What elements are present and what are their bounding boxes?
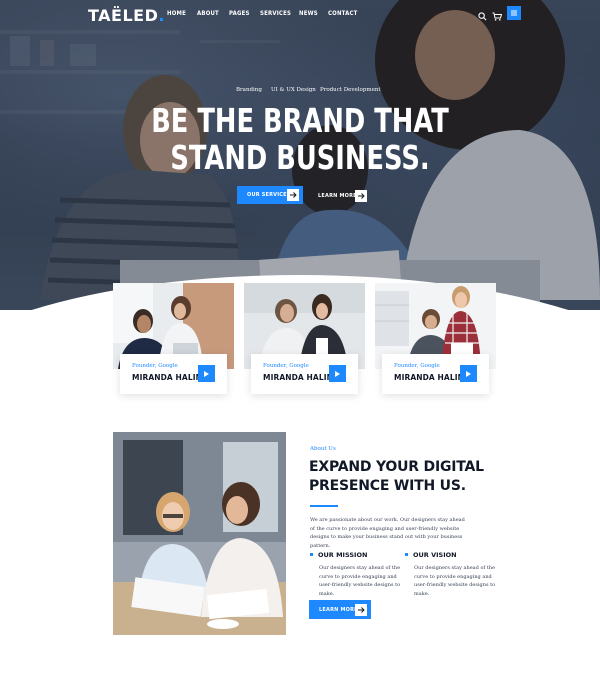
play-icon <box>204 370 209 377</box>
play-button[interactable] <box>460 365 477 382</box>
hero-title-line1: BE THE BRAND THAT <box>151 101 449 140</box>
play-icon <box>466 370 471 377</box>
learn-more-hero-button[interactable]: LEARN MORE <box>318 190 367 202</box>
team-name: MIRANDA HALIM <box>263 373 335 382</box>
team-card: Founder, Google MIRANDA HALIM <box>113 283 234 394</box>
arrow-right-icon <box>355 603 367 616</box>
nav-about[interactable]: ABOUT <box>197 10 219 17</box>
nav-home[interactable]: HOME <box>167 10 186 17</box>
bullet-icon <box>405 553 408 556</box>
menu-button[interactable] <box>507 6 521 20</box>
about-body: We are passionate about our work. Our de… <box>310 517 465 549</box>
team-card: Founder, Google MIRANDA HALIM <box>244 283 365 394</box>
team-card-info: Founder, Google MIRANDA HALIM <box>120 354 227 394</box>
team-card-info: Founder, Google MIRANDA HALIM <box>251 354 358 394</box>
about-eyebrow: About Us <box>310 446 336 452</box>
team-role: Founder, Google <box>132 363 178 369</box>
cart-icon[interactable] <box>492 8 503 21</box>
team-name: MIRANDA HALIM <box>132 373 204 382</box>
hero-section: TAËLED. HOME ABOUT PAGES SERVICES NEWS C… <box>0 0 600 310</box>
arrow-right-icon <box>355 190 367 202</box>
site-logo[interactable]: TAËLED. <box>88 6 165 25</box>
nav-pages[interactable]: PAGES <box>229 10 250 17</box>
nav-services[interactable]: SERVICES <box>260 10 291 17</box>
play-button[interactable] <box>329 365 346 382</box>
hero-tag-product: Product Development <box>320 87 381 93</box>
mission-text: Our designers stay ahead of the curve to… <box>319 565 401 597</box>
vision-text: Our designers stay ahead of the curve to… <box>414 565 496 597</box>
team-name: MIRANDA HALIM <box>394 373 466 382</box>
hero-tag-branding: Branding <box>236 87 262 93</box>
team-role: Founder, Google <box>394 363 440 369</box>
team-card-info: Founder, Google MIRANDA HALIM <box>382 354 489 394</box>
about-title: EXPAND YOUR DIGITAL PRESENCE WITH US. <box>309 459 484 494</box>
arrow-right-icon <box>287 189 299 201</box>
nav-contact[interactable]: CONTACT <box>328 10 358 17</box>
vision-heading: OUR VISION <box>413 551 457 559</box>
menu-icon <box>511 10 517 16</box>
hero-title-line2: STAND BUSINESS. <box>170 138 430 177</box>
team-card: Founder, Google MIRANDA HALIM <box>375 283 496 394</box>
hero-tag-uiux: UI & UX Design <box>271 87 316 93</box>
search-icon[interactable] <box>478 8 488 21</box>
bullet-icon <box>310 553 313 556</box>
learn-more-about-button[interactable]: LEARN MORE <box>309 600 371 619</box>
play-button[interactable] <box>198 365 215 382</box>
our-services-button[interactable]: OUR SERVICES <box>237 186 303 204</box>
about-photo <box>113 432 286 635</box>
mission-heading: OUR MISSION <box>318 551 368 559</box>
nav-news[interactable]: NEWS <box>299 10 318 17</box>
play-icon <box>335 370 340 377</box>
about-divider <box>310 505 338 507</box>
team-role: Founder, Google <box>263 363 309 369</box>
